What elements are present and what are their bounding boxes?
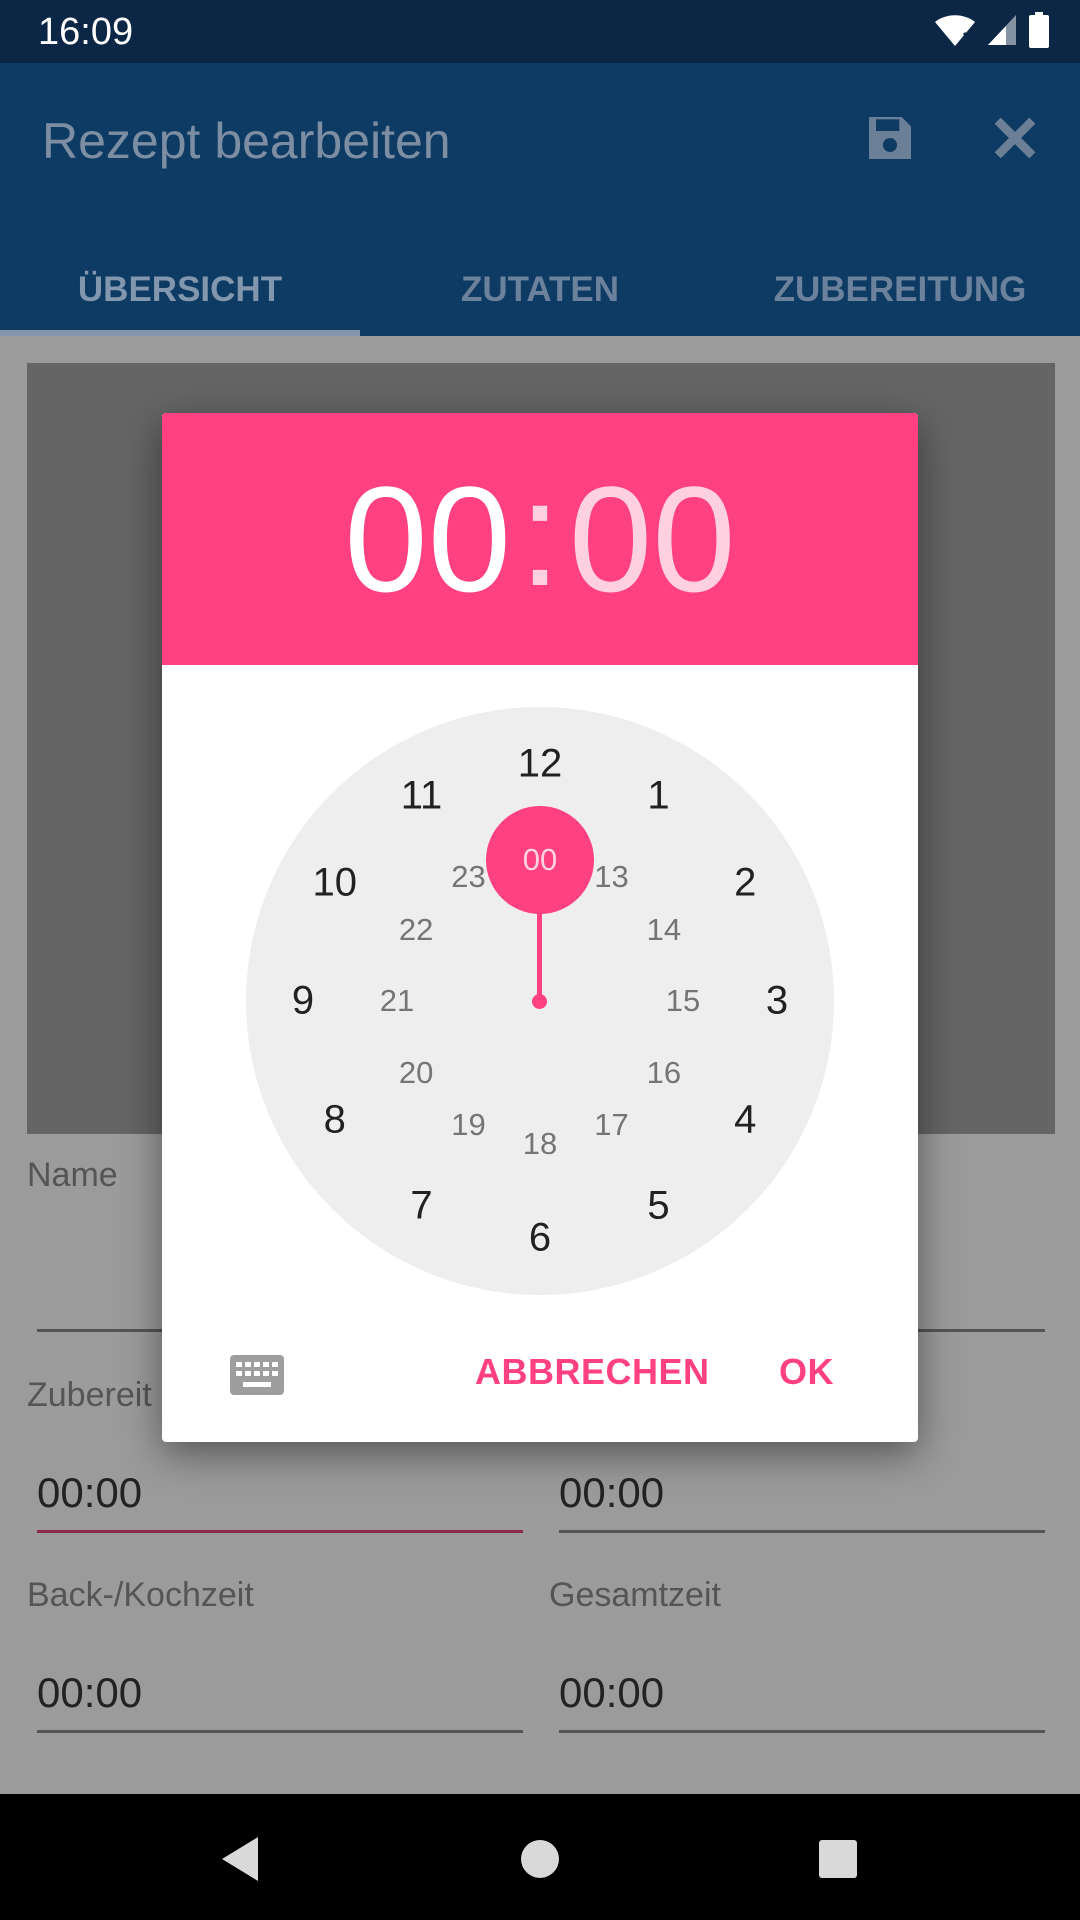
clock-hour-9[interactable]: 9	[292, 979, 314, 1024]
clock-hour-3[interactable]: 3	[766, 979, 788, 1024]
home-icon[interactable]	[510, 1829, 570, 1889]
clock-hour-12[interactable]: 12	[518, 742, 563, 787]
right-time-underline	[559, 1530, 1045, 1533]
clock-hour-23[interactable]: 23	[451, 859, 485, 895]
clock-hour-10[interactable]: 10	[313, 860, 358, 905]
prep-time-label: Zubereit	[27, 1376, 152, 1414]
tab-overview[interactable]: ÜBERSICHT	[0, 243, 360, 336]
ok-button[interactable]: OK	[779, 1351, 834, 1393]
clock-hour-1[interactable]: 1	[647, 773, 669, 818]
total-time-field[interactable]: 00:00	[559, 1669, 664, 1717]
clock-hour-15[interactable]: 15	[666, 983, 700, 1019]
status-time: 16:09	[38, 11, 134, 53]
tab-bar: ÜBERSICHT ZUTATEN ZUBEREITUNG	[0, 243, 1080, 336]
clock-hour-20[interactable]: 20	[399, 1055, 433, 1091]
clock-hour-4[interactable]: 4	[734, 1097, 756, 1142]
selected-hour[interactable]: 00	[486, 806, 594, 914]
clock-hour-11[interactable]: 11	[401, 773, 443, 818]
name-label: Name	[27, 1156, 118, 1194]
back-icon[interactable]	[210, 1829, 270, 1889]
hours-display[interactable]: 00	[344, 464, 511, 614]
clock-hour-17[interactable]: 17	[594, 1107, 628, 1143]
time-picker-dialog: 00 : 00 12 1 2 3 4 5 6 7 8 9 10 11 13 14 15 16 17 18 19 20 2…	[162, 413, 918, 1442]
clock-hour-5[interactable]: 5	[647, 1184, 669, 1229]
clock-face[interactable]: 12 1 2 3 4 5 6 7 8 9 10 11 13 14 15 16 17 18 19 20 21 22 23 00	[246, 707, 834, 1295]
cellular-signal-icon	[986, 13, 1018, 52]
battery-icon	[1028, 11, 1050, 53]
tab-preparation[interactable]: ZUBEREITUNG	[720, 243, 1080, 336]
total-time-underline	[559, 1730, 1045, 1733]
total-time-label: Gesamtzeit	[549, 1576, 721, 1614]
status-bar: 16:09	[0, 0, 1080, 63]
clock-hour-21[interactable]: 21	[380, 983, 414, 1019]
status-icons	[934, 11, 1050, 53]
clock-hour-8[interactable]: 8	[324, 1097, 346, 1142]
dialog-actions: ABBRECHEN OK	[162, 1325, 918, 1442]
navigation-bar	[0, 1794, 1080, 1920]
wifi-icon	[934, 13, 976, 52]
right-time-field[interactable]: 00:00	[559, 1469, 664, 1517]
save-icon[interactable]	[855, 103, 925, 173]
bake-time-label: Back-/Kochzeit	[27, 1576, 254, 1614]
clock-center-dot	[532, 994, 547, 1009]
close-icon[interactable]	[980, 103, 1050, 173]
clock-hour-13[interactable]: 13	[594, 859, 628, 895]
clock-hour-16[interactable]: 16	[647, 1055, 681, 1091]
clock-hour-7[interactable]: 7	[410, 1184, 432, 1229]
clock-hour-6[interactable]: 6	[529, 1216, 551, 1261]
clock-hour-2[interactable]: 2	[734, 860, 756, 905]
clock-hour-18[interactable]: 18	[523, 1126, 557, 1162]
cancel-button[interactable]: ABBRECHEN	[475, 1351, 710, 1393]
bake-time-field[interactable]: 00:00	[37, 1669, 142, 1717]
clock-hour-14[interactable]: 14	[647, 912, 681, 948]
prep-time-field[interactable]: 00:00	[37, 1469, 142, 1517]
bake-time-underline	[37, 1730, 523, 1733]
clock-hour-19[interactable]: 19	[451, 1107, 485, 1143]
app-bar: Rezept bearbeiten ÜBERSICHT ZUTATEN ZUBE…	[0, 63, 1080, 336]
prep-time-underline	[37, 1530, 523, 1533]
time-separator: :	[519, 449, 561, 617]
clock-hour-22[interactable]: 22	[399, 912, 433, 948]
recents-icon[interactable]	[808, 1829, 868, 1889]
tab-ingredients[interactable]: ZUTATEN	[360, 243, 720, 336]
minutes-display[interactable]: 00	[569, 464, 736, 614]
page-title: Rezept bearbeiten	[42, 113, 451, 169]
keyboard-icon[interactable]	[229, 1353, 285, 1397]
time-display: 00 : 00	[162, 413, 918, 665]
